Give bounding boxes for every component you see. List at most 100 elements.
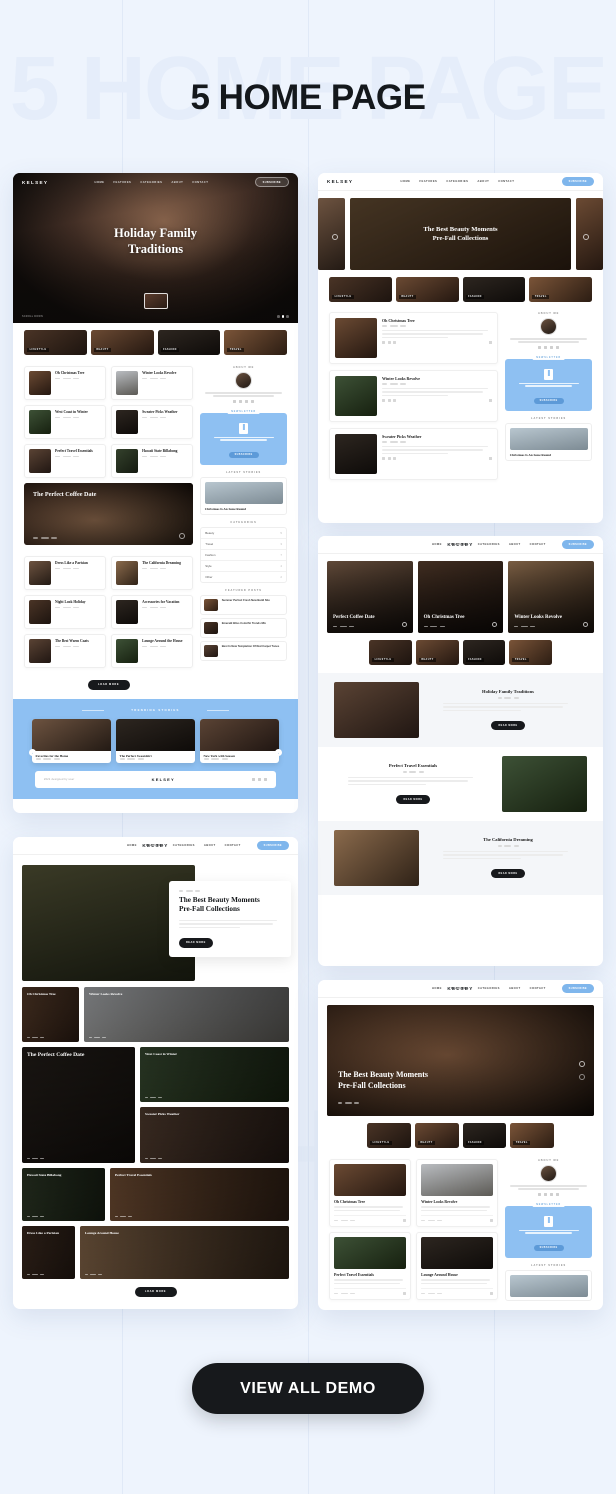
masonry-tile[interactable]: West Coast in Winter [140,1047,289,1102]
twitter-icon[interactable] [387,457,391,461]
category-row[interactable]: Style 4 [201,561,286,573]
tile-title[interactable]: Sweater Picks Weather [145,1112,284,1116]
masonry-tile[interactable]: Dress Like a Parisian [22,1226,75,1279]
facebook-icon[interactable] [382,341,385,345]
category-tile-beauty[interactable]: BEAUTY [90,330,154,355]
nav-item-home[interactable]: HOME [95,181,105,184]
hero-card-title[interactable]: Winter Looks Revolve [514,615,588,620]
post-title[interactable]: Winter Looks Revolve [382,376,492,381]
bookmark-icon[interactable] [401,622,407,627]
featured-post-item[interactable]: Emerald Bliss Colorific Trends Mix [200,618,287,639]
load-more-button[interactable]: LOAD MORE [87,680,130,690]
tile-title[interactable]: Oh Christmas Tree [27,992,74,996]
twitter-icon[interactable] [239,399,243,403]
featured-post-item[interactable]: Summer Perfect Fresh New Build Site [200,595,287,616]
post-title[interactable]: Oh Christmas Tree [55,371,101,376]
nav-item-features[interactable]: FEATURES [113,181,131,184]
post-card-horizontal[interactable]: Sweater Picks Weather [329,428,499,480]
hero-card-title[interactable]: Oh Christmas Tree [424,615,498,620]
latest-story-title[interactable]: Christmas Is An Issue Round [205,507,283,511]
read-more-button[interactable]: READ MORE [491,869,525,878]
carousel-next-icon[interactable] [579,1060,585,1067]
hero-carousel[interactable]: The Best Beauty Moments Pre-Fall Collect… [318,191,603,277]
share-icons[interactable] [382,341,396,345]
pinterest-icon[interactable] [393,399,396,403]
post-title[interactable]: Winter Looks Revolve [421,1200,493,1204]
twitter-icon[interactable] [258,778,261,782]
nav-item-contact[interactable]: CONTACT [225,844,241,847]
subscribe-button[interactable]: SUBSCRIBE [254,176,289,188]
newsletter-subscribe-button[interactable]: SUBSCRIBE [533,397,564,405]
category-tile-fashion[interactable]: FASHION [462,277,526,302]
nav-item-categories[interactable]: CATEGORIES [446,180,468,183]
post-card[interactable]: West Coast in Winter [24,405,107,439]
mockup-home-4[interactable]: KELSEY HOME FEATURES CATEGORIES ABOUT CO… [13,837,298,1309]
newsletter-subscribe-button[interactable]: SUBSCRIBE [533,1244,564,1252]
nav-item-features[interactable]: FEATURES [419,180,437,183]
post-card[interactable]: Accessories for Vacation [111,595,194,629]
post-title[interactable]: Accessories for Vacation [142,600,188,605]
twitter-icon[interactable] [387,399,391,403]
masonry-tile[interactable]: Perfect Travel Essentials [110,1168,289,1221]
post-card[interactable]: Night Look Holiday [24,595,107,629]
latest-story-card[interactable]: Christmas Is An Issue Round [200,477,287,516]
subscribe-button[interactable]: SUBSCRIBE [561,540,594,549]
category-tile-beauty[interactable]: BEAUTY [395,277,459,302]
post-title[interactable]: Perfect Travel Essentials [55,449,101,454]
footer-social[interactable] [252,778,267,782]
post-title[interactable]: Night Look Holiday [55,600,101,605]
featured-post-item[interactable]: Best In New Temptation Of Red Carpet Ton… [200,641,287,662]
post-card[interactable]: Dress Like a Parisian [24,556,107,590]
post-title[interactable]: Perfect Travel Essentials [334,1273,406,1277]
social-links[interactable] [505,345,592,349]
nav-item-home[interactable]: HOME [432,543,442,546]
featured-title[interactable]: Summer Perfect Fresh New Build Site [222,599,270,611]
block-title[interactable]: Perfect Travel Essentials [334,763,492,768]
category-list[interactable]: Beauty 5 Travel 3 Fashion 7 Style 4 Other 2 [200,527,287,584]
view-all-demo-button[interactable]: VIEW ALL DEMO [192,1363,424,1414]
masonry-tile[interactable]: Sweater Picks Weather [140,1107,289,1163]
nav-item-home[interactable]: HOME [432,987,442,990]
nav-item-about[interactable]: ABOUT [509,987,521,990]
nav-item-contact[interactable]: CONTACT [530,543,546,546]
post-card-vertical[interactable]: Winter Looks Revolve [416,1159,499,1227]
nav-item-contact[interactable]: CONTACT [192,181,208,184]
instagram-icon[interactable] [556,345,560,349]
hero-card[interactable]: Oh Christmas Tree [417,561,504,633]
read-more-button[interactable]: READ MORE [491,721,525,730]
category-tile-travel[interactable]: TRAVEL [509,640,552,665]
category-tile-travel[interactable]: TRAVEL [529,277,592,302]
carousel-dot-active[interactable] [281,315,285,318]
nav-item-home[interactable]: HOME [401,180,411,183]
carousel-next-icon[interactable] [583,234,589,240]
logo[interactable]: KELSEY [447,986,473,991]
tile-title[interactable]: West Coast in Winter [145,1052,284,1056]
category-row[interactable]: Travel 3 [201,539,286,551]
twitter-icon[interactable] [544,1192,548,1196]
carousel-active-slide[interactable]: The Best Beauty Moments Pre-Fall Collect… [350,198,571,270]
tile-title[interactable]: Hawaii State Billabong [27,1173,100,1177]
post-card[interactable]: Winter Looks Revolve [111,366,194,400]
post-title[interactable]: Winter Looks Revolve [142,371,188,376]
bookmark-icon[interactable] [179,533,186,539]
bookmark-icon[interactable] [583,622,589,627]
masonry-tile[interactable]: Oh Christmas Tree [22,987,79,1042]
post-title[interactable]: The California Dreaming [142,561,188,566]
mockup-home-1[interactable]: KELSEY HOME FEATURES CATEGORIES ABOUT CO… [13,173,298,813]
subscribe-button[interactable]: SUBSCRIBE [561,984,594,993]
tile-title[interactable]: Lounge Around House [85,1231,284,1235]
facebook-icon[interactable] [382,457,385,461]
category-tile-lifestyle[interactable]: LIFESTYLE [369,640,412,665]
nav-item-categories[interactable]: CATEGORIES [140,181,162,184]
post-card[interactable]: The California Dreaming [111,556,194,590]
nav-item-categories[interactable]: CATEGORIES [478,543,500,546]
category-tile-beauty[interactable]: BEAUTY [415,640,459,665]
facebook-icon[interactable] [252,778,255,782]
featured-post-banner[interactable]: The Perfect Coffee Date [24,483,194,545]
hero-thumbnail[interactable] [143,293,168,309]
featured-title[interactable]: Best In New Temptation Of Red Carpet Ton… [222,645,280,657]
masonry-tile[interactable]: Hawaii State Billabong [22,1168,105,1221]
main-nav[interactable]: HOME FEATURES CATEGORIES ABOUT CONTACT [401,180,515,183]
post-title[interactable]: Oh Christmas Tree [382,318,492,323]
tile-title[interactable]: Dress Like a Parisian [27,1231,70,1235]
